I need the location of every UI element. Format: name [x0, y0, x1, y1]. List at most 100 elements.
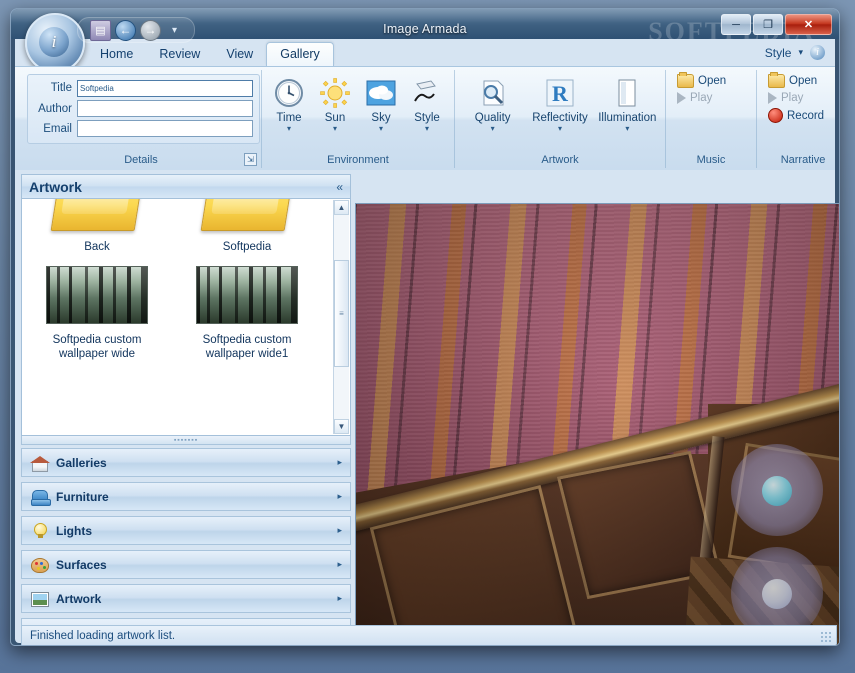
- tab-review[interactable]: Review: [146, 43, 213, 66]
- style-label: Style: [414, 112, 440, 124]
- chevron-down-icon[interactable]: ▾: [379, 125, 383, 133]
- scroll-up-arrow-icon[interactable]: ▲: [334, 200, 349, 215]
- scrollbar-thumb[interactable]: ≡: [334, 260, 349, 367]
- play-icon: [677, 92, 686, 104]
- chevron-down-icon[interactable]: ▾: [625, 125, 629, 133]
- sidebar-item-galleries[interactable]: Galleries ▸: [21, 448, 351, 477]
- music-play-label: Play: [690, 92, 713, 104]
- chevron-down-icon[interactable]: ▾: [798, 47, 803, 58]
- ribbon-group-narrative: Open Play Record Narrative: [757, 70, 839, 168]
- narrative-record-button[interactable]: Record: [765, 107, 839, 124]
- details-fields: Title Author Email: [27, 74, 260, 144]
- chevron-down-icon[interactable]: ▾: [425, 125, 429, 133]
- resize-grip-icon[interactable]: [820, 631, 832, 643]
- narrative-open-label: Open: [789, 75, 818, 87]
- list-item[interactable]: Softpedia custom wallpaper wide1: [177, 266, 317, 361]
- back-arrow-icon[interactable]: ←: [115, 19, 136, 41]
- sun-button[interactable]: Sun ▾: [314, 74, 356, 133]
- sun-label: Sun: [324, 112, 346, 124]
- folder-icon: [50, 199, 144, 231]
- ribbon-group-details: Title Author Email: [21, 70, 262, 168]
- details-dialog-launcher-icon[interactable]: ⇲: [244, 153, 257, 166]
- list-item[interactable]: Back: [27, 199, 167, 254]
- gallery-scrollbar[interactable]: ▲ ≡ ▼: [333, 200, 349, 434]
- music-open-button[interactable]: Open: [674, 72, 752, 89]
- gallery-grid: Back Softpedia Softpedia custom wallpape…: [22, 199, 322, 373]
- narrative-record-label: Record: [787, 109, 825, 122]
- close-button[interactable]: ✕: [785, 14, 832, 35]
- minimize-button[interactable]: ─: [721, 14, 751, 35]
- quality-button[interactable]: Quality ▾: [461, 74, 524, 133]
- reflectivity-label: Reflectivity: [532, 112, 588, 124]
- chevron-down-icon[interactable]: ▾: [165, 21, 184, 40]
- chevron-right-icon[interactable]: ▸: [337, 593, 342, 604]
- time-button[interactable]: Time ▾: [268, 74, 310, 133]
- tab-view[interactable]: View: [213, 43, 266, 66]
- application-menu-button[interactable]: i: [25, 13, 85, 73]
- list-item[interactable]: Softpedia: [177, 199, 317, 254]
- sidebar-item-furniture[interactable]: Furniture ▸: [21, 482, 351, 511]
- chevron-down-icon[interactable]: ▾: [333, 125, 337, 133]
- sidebar-item-surfaces[interactable]: Surfaces ▸: [21, 550, 351, 579]
- chevron-down-icon[interactable]: ▾: [558, 125, 562, 133]
- scroll-down-arrow-icon[interactable]: ▼: [334, 419, 349, 434]
- sidebar-item-artwork[interactable]: Artwork ▸: [21, 584, 351, 613]
- title-label: Title: [50, 82, 72, 94]
- sky-button[interactable]: Sky ▾: [360, 74, 402, 133]
- sidebar-item-label: Lights: [56, 523, 92, 538]
- style-button[interactable]: Style ▾: [406, 74, 448, 133]
- chevron-right-icon[interactable]: ▸: [337, 457, 342, 468]
- ribbon-groups: Title Author Email: [21, 70, 839, 168]
- music-play-button[interactable]: Play: [674, 91, 752, 105]
- save-icon[interactable]: ▤: [90, 19, 111, 41]
- sidebar-item-lights[interactable]: Lights ▸: [21, 516, 351, 545]
- sidebar-item-label: Artwork: [56, 591, 102, 606]
- sun-icon: [318, 76, 352, 110]
- house-icon: [30, 454, 50, 472]
- group-label-music: Music: [696, 154, 726, 166]
- illumination-button[interactable]: Illumination ▾: [596, 74, 659, 133]
- picture-icon: [30, 590, 49, 607]
- chevron-down-icon[interactable]: ▾: [287, 125, 291, 133]
- chevron-down-icon[interactable]: ▾: [491, 125, 495, 133]
- title-input[interactable]: [77, 80, 253, 97]
- field-row-author: Author: [34, 100, 253, 117]
- reflectivity-button[interactable]: R Reflectivity ▾: [528, 74, 591, 133]
- sidebar-item-label: Galleries: [56, 455, 107, 470]
- ribbon-group-environment: Time ▾ Sun ▾ Sky ▾ Style ▾ Environment: [262, 70, 455, 168]
- forward-arrow-icon[interactable]: →: [140, 19, 161, 41]
- chevron-right-icon[interactable]: ▸: [337, 525, 342, 536]
- magnifier-page-icon: [476, 76, 510, 110]
- style-menu-label[interactable]: Style: [765, 46, 792, 60]
- ribbon-tabs: Home Review View Gallery: [87, 42, 334, 66]
- ribbon: Title Author Email: [15, 66, 835, 170]
- maximize-button[interactable]: ❐: [753, 14, 783, 35]
- music-open-label: Open: [698, 75, 727, 87]
- ribbon-group-artwork: Quality ▾ R Reflectivity ▾ Illumination …: [455, 70, 666, 168]
- tab-home[interactable]: Home: [87, 43, 146, 66]
- category-accordion: Galleries ▸ Furniture ▸ Lights ▸ Surface…: [21, 448, 351, 645]
- chevron-right-icon[interactable]: ▸: [337, 491, 342, 502]
- clock-icon: [272, 76, 306, 110]
- letter-r-icon: R: [543, 76, 577, 110]
- grip-dots-icon: ▪▪▪▪▪▪▪: [173, 436, 199, 444]
- illumination-label: Illumination: [598, 112, 657, 124]
- narrative-play-button[interactable]: Play: [765, 91, 839, 105]
- viewport-vignette: [356, 204, 839, 645]
- artwork-gallery-list[interactable]: Back Softpedia Softpedia custom wallpape…: [21, 199, 351, 436]
- group-label-artwork: Artwork: [541, 154, 579, 166]
- list-item[interactable]: Softpedia custom wallpaper wide: [27, 266, 167, 361]
- panel-splitter[interactable]: ▪▪▪▪▪▪▪: [21, 436, 351, 445]
- narrative-open-button[interactable]: Open: [765, 72, 839, 89]
- author-input[interactable]: [77, 100, 253, 117]
- group-label-environment: Environment: [327, 154, 389, 166]
- collapse-icon[interactable]: «: [336, 180, 343, 194]
- sidebar-item-label: Furniture: [56, 489, 109, 504]
- help-icon[interactable]: i: [810, 45, 825, 60]
- tab-gallery[interactable]: Gallery: [266, 42, 334, 66]
- email-input[interactable]: [77, 120, 253, 137]
- chevron-right-icon[interactable]: ▸: [337, 559, 342, 570]
- author-label: Author: [38, 102, 72, 115]
- window-client-area: i ▤ ← → ▾ Home Review View Gallery Style…: [15, 13, 839, 645]
- scene-viewport[interactable]: [355, 203, 839, 645]
